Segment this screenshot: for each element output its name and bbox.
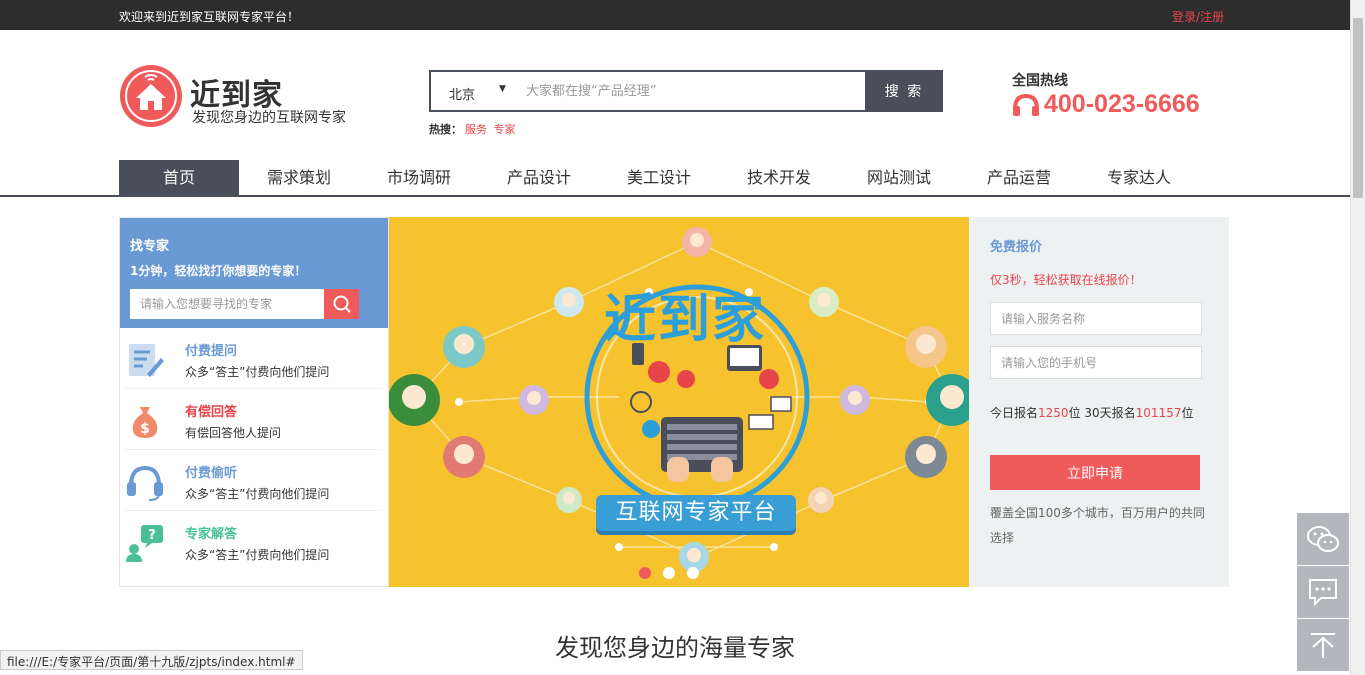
find-expert-search bbox=[130, 289, 378, 319]
logo-subtitle: 发现您身边的互联网专家 bbox=[192, 110, 346, 126]
main-content: 找专家 1分钟，轻松找打你想要的专家！ 付费提问 bbox=[119, 217, 1229, 587]
stats-unit: 位 30天报名 bbox=[1068, 406, 1136, 420]
house-logo-icon[interactable] bbox=[119, 64, 183, 128]
service-item-paid-question[interactable]: 付费提问 众多“答主”付费向他们提问 bbox=[125, 328, 383, 389]
stats-month-count: 101157 bbox=[1135, 406, 1182, 420]
quote-title: 免费报价 bbox=[990, 240, 1043, 255]
header: 近到家 发现您身边的互联网专家 北京 ▼ 搜 索 热搜：服务 专家 全国热线 4… bbox=[0, 30, 1365, 160]
carousel-dot-1[interactable] bbox=[639, 567, 651, 579]
nav-item-testing[interactable]: 网站测试 bbox=[839, 160, 959, 195]
arrow-up-icon bbox=[1311, 633, 1335, 658]
hot-search-link[interactable]: 服务 bbox=[465, 123, 487, 136]
back-to-top-button[interactable] bbox=[1297, 619, 1349, 671]
chat-bubble-icon bbox=[1309, 579, 1337, 607]
stats-today-label: 今日报名 bbox=[990, 406, 1039, 420]
headphone-icon bbox=[1013, 93, 1039, 116]
coverage-note: 覆盖全国100多个城市，百万用户的共同选择 bbox=[990, 506, 1205, 545]
signup-stats: 今日报名1250位 30天报名101157位 bbox=[990, 404, 1193, 421]
expert-search-button[interactable] bbox=[324, 289, 359, 319]
login-register: 登录/注册 bbox=[1172, 8, 1224, 25]
hot-search: 热搜： 服务 专家 bbox=[429, 121, 516, 137]
svg-text:?: ? bbox=[148, 528, 156, 543]
floating-toolbar bbox=[1297, 513, 1349, 672]
service-item-paid-answer[interactable]: $ 有偿回答 有偿回答他人提问 bbox=[125, 389, 383, 450]
service-title: 专家解答 bbox=[185, 527, 238, 542]
nav-item-experts[interactable]: 专家达人 bbox=[1079, 160, 1199, 195]
nav-item-home[interactable]: 首页 bbox=[119, 160, 239, 195]
nav-item-art-design[interactable]: 美工设计 bbox=[599, 160, 719, 195]
wechat-button[interactable] bbox=[1297, 513, 1349, 565]
banner-title: 近到家 bbox=[604, 290, 767, 350]
question-person-icon: ? bbox=[126, 525, 163, 562]
hotline-digits: 400-023-6666 bbox=[1044, 90, 1200, 118]
find-expert-title: 找专家 bbox=[130, 239, 170, 254]
find-expert-box: 找专家 1分钟，轻松找打你想要的专家！ bbox=[120, 218, 388, 328]
svg-text:$: $ bbox=[140, 421, 150, 437]
login-link[interactable]: 登录 bbox=[1172, 10, 1196, 24]
quote-subtitle: 仅3秒，轻松获取在线报价！ bbox=[990, 273, 1142, 287]
service-title: 有偿回答 bbox=[185, 405, 238, 420]
nav-item-development[interactable]: 技术开发 bbox=[719, 160, 839, 195]
service-desc: 众多“答主”付费向他们提问 bbox=[185, 365, 330, 379]
hot-search-label: 热搜： bbox=[429, 123, 462, 136]
nav-item-research[interactable]: 市场调研 bbox=[359, 160, 479, 195]
search-button[interactable]: 搜 索 bbox=[865, 70, 943, 112]
find-expert-subtitle: 1分钟，轻松找打你想要的专家！ bbox=[130, 264, 307, 278]
hero-banner[interactable]: 近到家 互联网专家平台 bbox=[389, 217, 969, 587]
city-select[interactable]: 北京 bbox=[449, 84, 475, 103]
apply-button[interactable]: 立即申请 bbox=[990, 455, 1200, 490]
welcome-text: 欢迎来到近到家互联网专家平台！ bbox=[119, 10, 300, 24]
expert-search-input[interactable] bbox=[130, 289, 324, 319]
service-desc: 众多“答主”付费向他们提问 bbox=[185, 487, 330, 501]
network-illustration bbox=[389, 227, 969, 572]
free-quote-panel: 免费报价 仅3秒，轻松获取在线报价！ 今日报名1250位 30天报名101157… bbox=[969, 217, 1229, 587]
scrollbar-thumb[interactable] bbox=[1353, 18, 1363, 198]
edit-note-icon bbox=[129, 344, 164, 377]
banner-tagline: 互联网专家平台 bbox=[596, 495, 796, 531]
hotline-label: 全国热线 bbox=[1012, 73, 1068, 89]
headset-icon bbox=[127, 465, 163, 501]
service-title: 付费提问 bbox=[185, 344, 238, 359]
stats-unit: 位 bbox=[1181, 406, 1194, 420]
carousel-dot-3[interactable] bbox=[687, 567, 699, 579]
top-bar: 欢迎来到近到家互联网专家平台！ 登录/注册 bbox=[0, 0, 1365, 30]
search-box: 北京 ▼ 搜 索 bbox=[429, 70, 943, 112]
service-desc: 有偿回答他人提问 bbox=[185, 426, 282, 440]
carousel-dots bbox=[639, 567, 699, 579]
chevron-down-icon[interactable]: ▼ bbox=[499, 84, 506, 94]
stats-today-count: 1250 bbox=[1038, 406, 1069, 420]
service-item-paid-listen[interactable]: 付费偷听 众多“答主”付费向他们提问 bbox=[125, 450, 383, 511]
register-link[interactable]: 注册 bbox=[1200, 10, 1224, 24]
nav-item-product-design[interactable]: 产品设计 bbox=[479, 160, 599, 195]
phone-field[interactable] bbox=[990, 346, 1202, 379]
hot-search-link[interactable]: 专家 bbox=[494, 123, 516, 136]
wechat-icon bbox=[1307, 526, 1339, 552]
hotline-number: 400-023-6666 bbox=[1012, 90, 1200, 119]
nav-item-planning[interactable]: 需求策划 bbox=[239, 160, 359, 195]
find-expert-panel: 找专家 1分钟，轻松找打你想要的专家！ 付费提问 bbox=[119, 217, 389, 587]
search-input[interactable] bbox=[526, 76, 856, 106]
main-nav: 首页 需求策划 市场调研 产品设计 美工设计 技术开发 网站测试 产品运营 专家… bbox=[0, 160, 1350, 197]
service-desc: 众多“答主”付费向他们提问 bbox=[185, 548, 330, 562]
service-name-field[interactable] bbox=[990, 302, 1202, 335]
carousel-dot-2[interactable] bbox=[663, 567, 675, 579]
service-item-expert-answer[interactable]: ? 专家解答 众多“答主”付费向他们提问 bbox=[125, 511, 383, 572]
service-title: 付费偷听 bbox=[185, 466, 238, 481]
status-bar-url: file:///E:/专家平台/页面/第十九版/zjpts/index.html… bbox=[0, 650, 303, 670]
search-icon bbox=[333, 295, 351, 313]
money-bag-icon: $ bbox=[132, 407, 158, 438]
nav-item-operations[interactable]: 产品运营 bbox=[959, 160, 1079, 195]
message-button[interactable] bbox=[1297, 566, 1349, 618]
page-scrollbar[interactable] bbox=[1350, 0, 1365, 675]
